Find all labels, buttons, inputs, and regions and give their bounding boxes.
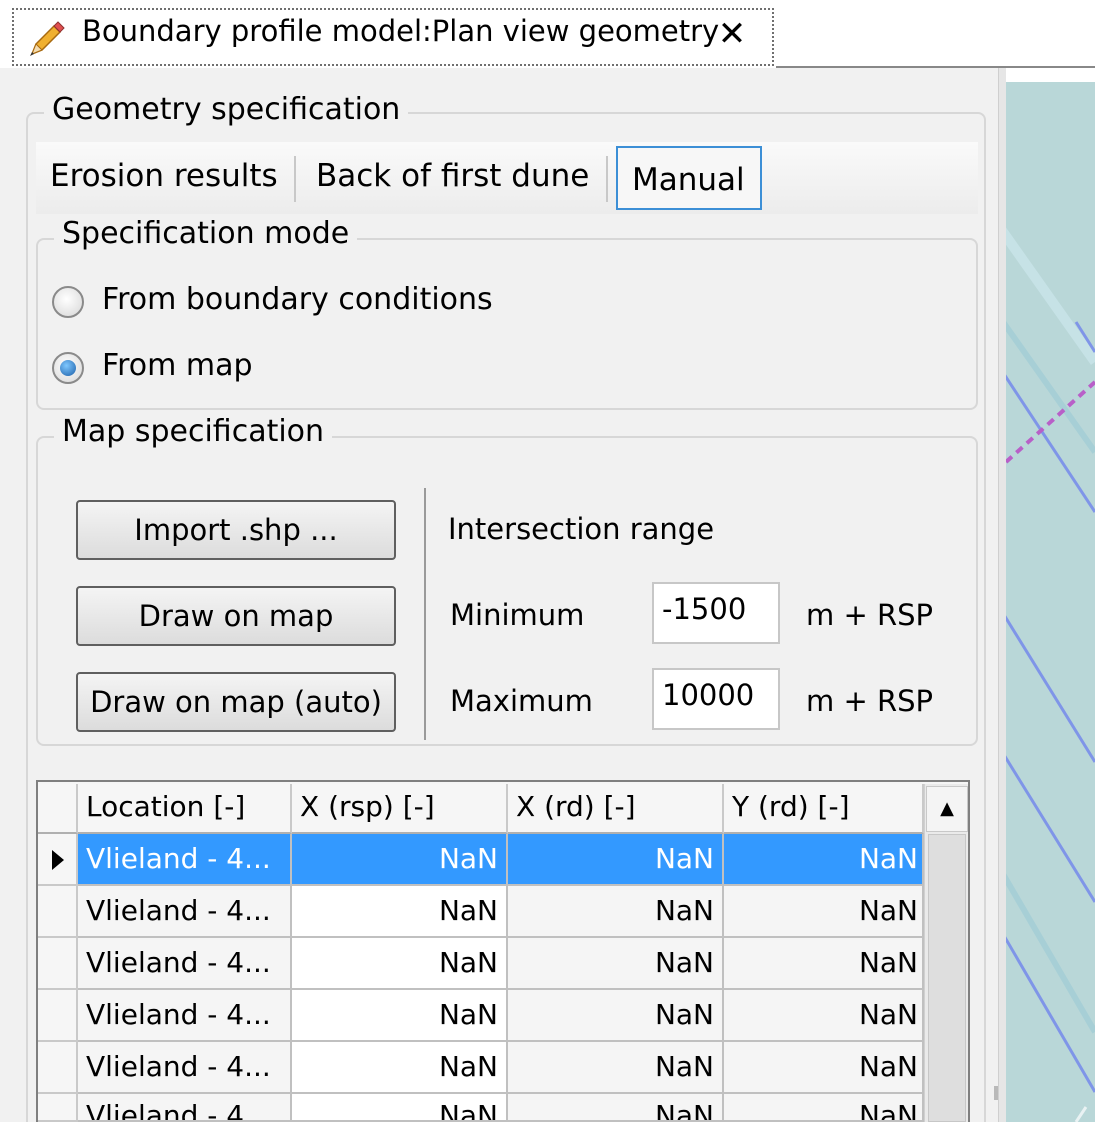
tab-back-of-first-dune[interactable]: Back of first dune: [316, 144, 589, 208]
row-header[interactable]: [38, 1094, 78, 1122]
cell-x-rd[interactable]: NaN: [508, 1042, 724, 1094]
from-boundary-conditions-label[interactable]: From boundary conditions: [102, 282, 493, 317]
cell-location[interactable]: Vlieland - 4...: [78, 834, 292, 886]
row-header[interactable]: [38, 938, 78, 990]
tab-separator: [606, 156, 608, 202]
cell-x-rsp[interactable]: NaN: [292, 1042, 508, 1094]
cell-y-rd[interactable]: NaN: [724, 886, 924, 938]
specification-mode-legend: Specification mode: [54, 216, 358, 251]
tab-title: Boundary profile model:Plan view geometr…: [82, 14, 720, 48]
map-spec-divider: [424, 488, 426, 740]
scrollbar-thumb[interactable]: [928, 834, 966, 1122]
cell-y-rd[interactable]: NaN: [724, 1042, 924, 1094]
maximum-label: Maximum: [450, 684, 593, 718]
maximum-input[interactable]: 10000: [652, 668, 780, 730]
from-map-label[interactable]: From map: [102, 348, 253, 383]
map-canvas: [1006, 227, 1095, 1122]
column-header-y-rd[interactable]: Y (rd) [-]: [724, 784, 924, 834]
cell-x-rd[interactable]: NaN: [508, 990, 724, 1042]
geometry-specification-legend: Geometry specification: [44, 92, 409, 127]
splitter-grip: [994, 1086, 998, 1100]
row-header[interactable]: [38, 990, 78, 1042]
cell-y-rd[interactable]: NaN: [724, 990, 924, 1042]
map-view[interactable]: [1006, 82, 1095, 1122]
close-x-icon[interactable]: ✕: [714, 14, 750, 54]
cell-location[interactable]: Vlieland - 4...: [78, 938, 292, 990]
cell-x-rsp[interactable]: NaN: [292, 938, 508, 990]
cell-location[interactable]: Vlieland - 4...: [78, 990, 292, 1042]
import-shp-button[interactable]: Import .shp ...: [76, 500, 396, 560]
grid-corner-header: [38, 784, 78, 834]
pencil-edit-icon: [24, 18, 66, 60]
cell-x-rd[interactable]: NaN: [508, 834, 724, 886]
maximum-unit: m + RSP: [806, 684, 934, 718]
intersection-range-title: Intersection range: [448, 512, 715, 546]
cell-x-rsp[interactable]: NaN: [292, 990, 508, 1042]
cell-location[interactable]: Vlieland - 4: [78, 1094, 292, 1122]
from-map-radio[interactable]: [52, 352, 84, 384]
panel-splitter[interactable]: [998, 68, 1006, 1122]
map-specification-legend: Map specification: [54, 414, 333, 449]
minimum-unit: m + RSP: [806, 598, 934, 632]
tab-manual[interactable]: Manual: [616, 146, 762, 210]
cell-location[interactable]: Vlieland - 4...: [78, 886, 292, 938]
column-header-x-rd[interactable]: X (rd) [-]: [508, 784, 724, 834]
draw-on-map-auto-button[interactable]: Draw on map (auto): [76, 672, 396, 732]
minimum-input[interactable]: -1500: [652, 582, 780, 644]
cell-x-rd[interactable]: NaN: [508, 886, 724, 938]
cell-y-rd[interactable]: NaN: [724, 938, 924, 990]
scroll-up-arrow-icon[interactable]: ▲: [926, 786, 968, 832]
cell-x-rd[interactable]: NaN: [508, 938, 724, 990]
cell-y-rd[interactable]: NaN: [724, 1094, 924, 1122]
cell-x-rsp[interactable]: NaN: [292, 834, 508, 886]
cell-location[interactable]: Vlieland - 4...: [78, 1042, 292, 1094]
current-row-arrow-icon: [52, 850, 64, 870]
column-header-location[interactable]: Location [-]: [78, 784, 292, 834]
tab-separator: [294, 156, 296, 202]
row-header[interactable]: [38, 1042, 78, 1094]
cell-x-rsp[interactable]: NaN: [292, 886, 508, 938]
cell-x-rd[interactable]: NaN: [508, 1094, 724, 1122]
draw-on-map-button[interactable]: Draw on map: [76, 586, 396, 646]
column-header-x-rsp[interactable]: X (rsp) [-]: [292, 784, 508, 834]
specification-mode-group: [36, 238, 978, 410]
cell-y-rd[interactable]: NaN: [724, 834, 924, 886]
minimum-label: Minimum: [450, 598, 585, 632]
tab-erosion-results[interactable]: Erosion results: [50, 144, 278, 208]
from-boundary-conditions-radio[interactable]: [52, 286, 84, 318]
cell-x-rsp[interactable]: NaN: [292, 1094, 508, 1122]
row-header[interactable]: [38, 886, 78, 938]
